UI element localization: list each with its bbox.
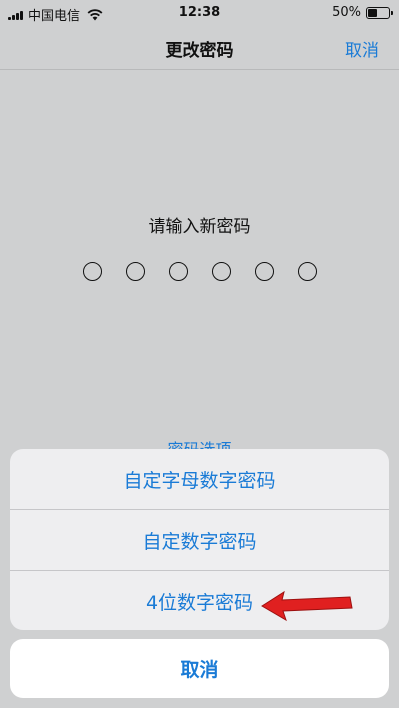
annotation-arrow-icon — [261, 590, 353, 622]
status-right: 50% — [332, 5, 393, 20]
passcode-prompt: 请输入新密码 — [148, 217, 251, 237]
option-custom-numeric[interactable]: 自定数字密码 — [10, 510, 389, 571]
passcode-dot — [297, 262, 317, 281]
passcode-dot — [125, 262, 145, 281]
passcode-dot — [82, 262, 102, 281]
battery-percent: 50% — [332, 5, 361, 20]
passcode-dots[interactable] — [0, 262, 399, 281]
battery-icon — [366, 6, 393, 19]
screen: 中国电信 12:38 50% 更改密码 取消 请输入新密码 密码选项 自定字母数… — [0, 0, 399, 708]
navigation-bar: 更改密码 取消 — [0, 26, 399, 70]
passcode-dot — [254, 262, 274, 281]
option-custom-alphanumeric[interactable]: 自定字母数字密码 — [10, 449, 389, 510]
passcode-dot — [211, 262, 231, 281]
passcode-dot — [168, 262, 188, 281]
page-title: 更改密码 — [165, 41, 234, 61]
nav-cancel-button[interactable]: 取消 — [345, 36, 379, 61]
status-bar: 中国电信 12:38 50% — [0, 0, 399, 26]
action-sheet-cancel-button[interactable]: 取消 — [10, 639, 389, 698]
